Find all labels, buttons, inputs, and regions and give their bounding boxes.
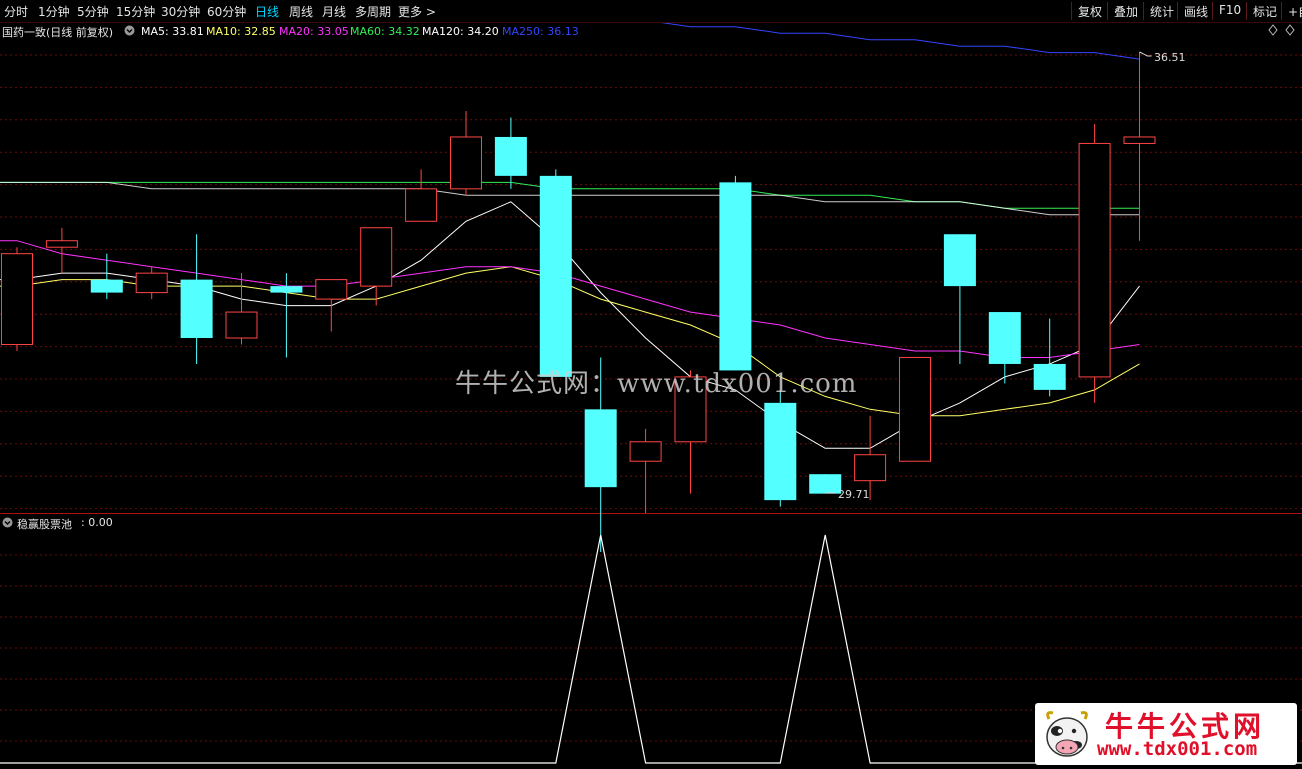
toolbar-button-0[interactable]: 复权 [1071,2,1108,20]
period-tab-3[interactable]: 15分钟 [116,3,155,20]
candle-body [315,279,348,300]
candle-body [270,286,303,293]
brand-logo: 牛牛公式网 www.tdx001.com [1035,703,1297,765]
watermark-text: 牛牛公式网：www.tdx001.com [455,369,858,399]
period-tab-5[interactable]: 60分钟 [207,3,246,20]
candle-body [90,279,123,293]
cow-mascot-icon [1046,711,1088,757]
period-tab-7[interactable]: 周线 [289,3,313,20]
ma-label-1: MA10: 32.85 [206,25,276,38]
ma-label-4: MA120: 34.20 [422,25,499,38]
stock-title[interactable]: 国药一致(日线 前复权) [2,24,113,40]
chevron-down-icon[interactable] [124,25,135,39]
candle-body [135,272,168,294]
ma-label-0: MA5: 33.81 [141,25,204,38]
candle [539,169,572,377]
candle-body [494,136,527,176]
candle-body [1123,136,1156,144]
diamond-icon[interactable] [1268,24,1278,39]
candle-body [1033,363,1066,390]
period-tab-4[interactable]: 30分钟 [161,3,200,20]
stock-info-bar: 国药一致(日线 前复权) MA5: 33.81 MA10: 32.85 MA20: … [0,23,1302,39]
indicator-value: : 0.00 [81,516,113,529]
candle [899,356,931,462]
candle-body [988,312,1021,364]
period-tab-0[interactable]: 分时 [4,3,28,20]
period-tab-8[interactable]: 月线 [322,3,346,20]
candle [180,234,213,364]
candle-body [584,409,617,488]
candle [1078,123,1111,403]
candlestick-series[interactable] [1,52,1156,553]
candle [450,111,482,196]
toolbar-button-4[interactable]: F10 [1212,2,1247,20]
toolbar-button-5[interactable]: 标记 [1246,2,1283,20]
candle [225,273,258,345]
candle [90,253,123,300]
candle-body [405,188,438,222]
candle [764,389,797,507]
candle [809,474,842,494]
period-tab-9[interactable]: 多周期 [355,3,391,20]
toolbar-button-2[interactable]: 统计 [1143,2,1180,20]
period-tab-10[interactable]: 更多 > [398,3,436,20]
candle [629,428,662,514]
toolbar-button-6[interactable]: +自 [1281,2,1302,20]
candle [360,227,393,306]
candle-body [45,240,78,248]
ma-label-2: MA20: 33.05 [279,25,349,38]
candle-body [450,136,482,190]
logo-url: www.tdx001.com [1097,738,1258,760]
candle [719,175,752,371]
low-price-label: 29.71 [838,488,870,501]
candle-body [1,253,33,345]
candle-body [899,356,931,462]
candle [943,234,976,364]
candle [135,266,168,300]
candle-body [180,279,213,339]
candle-body [854,454,887,482]
candle [1123,52,1156,241]
candle-body [719,182,752,371]
toolbar-button-1[interactable]: 叠加 [1107,2,1144,20]
diamond-icon[interactable] [1285,24,1295,39]
period-toolbar: 分时 1分钟 5分钟 15分钟 30分钟 60分钟 日线 周线 月线 多周期 更多 > 复权 叠加 统计画… [0,0,1302,23]
candle [405,169,438,222]
candle-body [764,402,797,501]
ma-label-3: MA60: 34.32 [350,25,420,38]
candle-body [225,311,258,339]
ma-label-5: MA250: 36.13 [502,25,579,38]
candle-body [1078,142,1111,378]
period-tab-1[interactable]: 1分钟 [38,3,70,20]
candle-body [809,474,842,494]
indicator-name[interactable]: 稳赢股票池 [17,516,72,532]
candle-body [539,175,572,377]
candle-body [360,227,393,287]
period-tab-2[interactable]: 5分钟 [77,3,109,20]
candle-body [943,234,976,287]
period-tab-6[interactable]: 日线 [255,3,279,20]
high-price-label: 36.51 [1154,51,1186,64]
candle [1,247,33,351]
toolbar-button-3[interactable]: 画线 [1177,2,1214,20]
candle [494,117,527,189]
candle-body [629,441,662,462]
candle [988,312,1021,384]
chevron-down-icon[interactable] [2,517,13,531]
